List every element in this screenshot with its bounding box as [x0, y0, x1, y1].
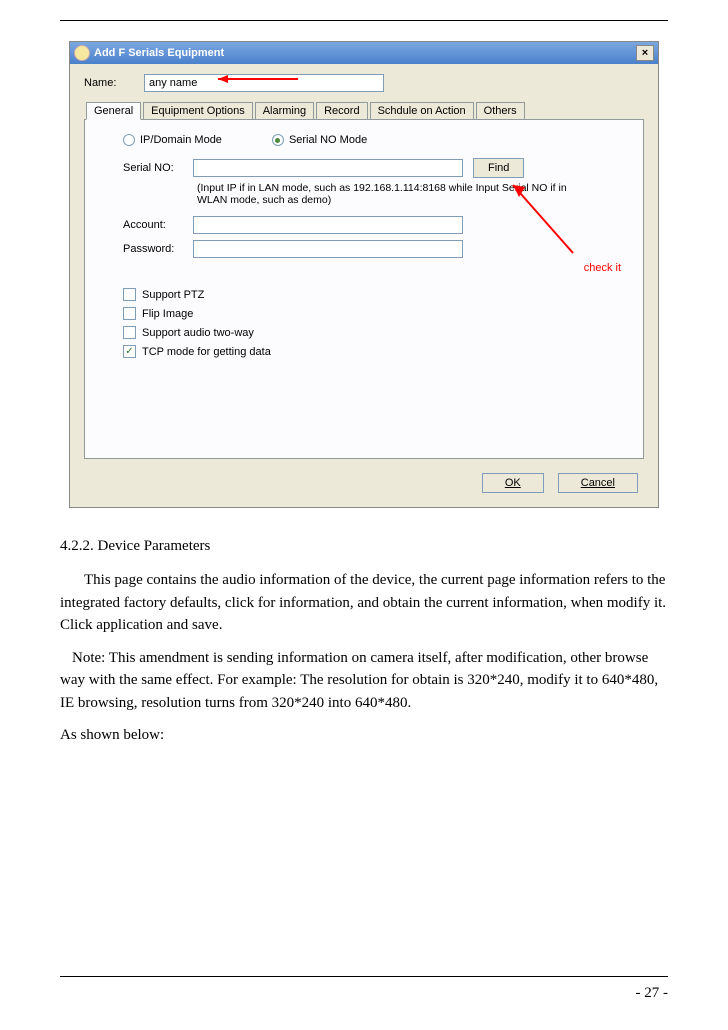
checkbox-icon: [123, 288, 136, 301]
radio-icon: [123, 134, 135, 146]
section-heading: 4.2.2. Device Parameters: [60, 538, 668, 555]
name-input[interactable]: [144, 74, 384, 92]
dialog-titlebar: Add F Serials Equipment ×: [70, 42, 658, 64]
checkbox-group: Support PTZ Flip Image Support audio two…: [123, 288, 625, 358]
annotation-check-it: check it: [584, 262, 621, 274]
serial-hint-text: (Input IP if in LAN mode, such as 192.16…: [197, 182, 597, 206]
password-row: Password:: [123, 240, 625, 258]
checkbox-support-ptz[interactable]: Support PTZ: [123, 288, 625, 301]
radio-label: Serial NO Mode: [289, 134, 367, 146]
cancel-button-label: Cancel: [581, 477, 615, 489]
checkbox-label: Support PTZ: [142, 289, 204, 301]
serial-no-input[interactable]: [193, 159, 463, 177]
dialog-body: Name: General Equipment Options Alarming…: [70, 64, 658, 507]
password-input[interactable]: [193, 240, 463, 258]
checkbox-icon: [123, 307, 136, 320]
checkbox-label: Support audio two-way: [142, 327, 254, 339]
name-row: Name:: [84, 74, 644, 92]
tab-others[interactable]: Others: [476, 102, 525, 120]
checkbox-icon: [123, 326, 136, 339]
tabstrip: General Equipment Options Alarming Recor…: [84, 102, 644, 120]
add-equipment-dialog: Add F Serials Equipment × Name: General …: [69, 41, 659, 508]
checkbox-flip-image[interactable]: Flip Image: [123, 307, 625, 320]
tab-equipment-options[interactable]: Equipment Options: [143, 102, 253, 120]
ok-button[interactable]: OK: [482, 473, 544, 493]
name-label: Name:: [84, 77, 134, 89]
mode-row: IP/Domain Mode Serial NO Mode: [123, 134, 625, 146]
checkbox-label: TCP mode for getting data: [142, 346, 271, 358]
checkbox-support-audio-two-way[interactable]: Support audio two-way: [123, 326, 625, 339]
tab-schedule-on-action[interactable]: Schdule on Action: [370, 102, 474, 120]
radio-label: IP/Domain Mode: [140, 134, 222, 146]
radio-icon: [272, 134, 284, 146]
dialog-title: Add F Serials Equipment: [94, 47, 224, 59]
radio-serial-no-mode[interactable]: Serial NO Mode: [272, 134, 367, 146]
checkbox-icon: ✓: [123, 345, 136, 358]
find-button[interactable]: Find: [473, 158, 524, 178]
account-label: Account:: [123, 219, 183, 231]
serial-no-label: Serial NO:: [123, 162, 183, 174]
paragraph-1: This page contains the audio information…: [60, 569, 668, 637]
ok-button-label: OK: [505, 477, 521, 489]
tab-record[interactable]: Record: [316, 102, 367, 120]
app-icon: [74, 45, 90, 61]
paragraph-3: As shown below:: [60, 724, 668, 747]
account-input[interactable]: [193, 216, 463, 234]
serial-no-row: Serial NO: Find: [123, 158, 625, 178]
header-rule: [60, 20, 668, 21]
paragraph-2: Note: This amendment is sending informat…: [60, 647, 668, 715]
tab-general[interactable]: General: [86, 102, 141, 120]
checkbox-tcp-mode[interactable]: ✓ TCP mode for getting data: [123, 345, 625, 358]
radio-ip-domain-mode[interactable]: IP/Domain Mode: [123, 134, 222, 146]
close-button[interactable]: ×: [636, 45, 654, 61]
cancel-button[interactable]: Cancel: [558, 473, 638, 493]
page-number: - 27 -: [60, 976, 668, 1002]
tab-alarming[interactable]: Alarming: [255, 102, 314, 120]
password-label: Password:: [123, 243, 183, 255]
tab-panel-general: IP/Domain Mode Serial NO Mode Serial NO:…: [84, 119, 644, 459]
checkbox-label: Flip Image: [142, 308, 193, 320]
dialog-button-row: OK Cancel: [84, 473, 644, 493]
account-row: Account:: [123, 216, 625, 234]
